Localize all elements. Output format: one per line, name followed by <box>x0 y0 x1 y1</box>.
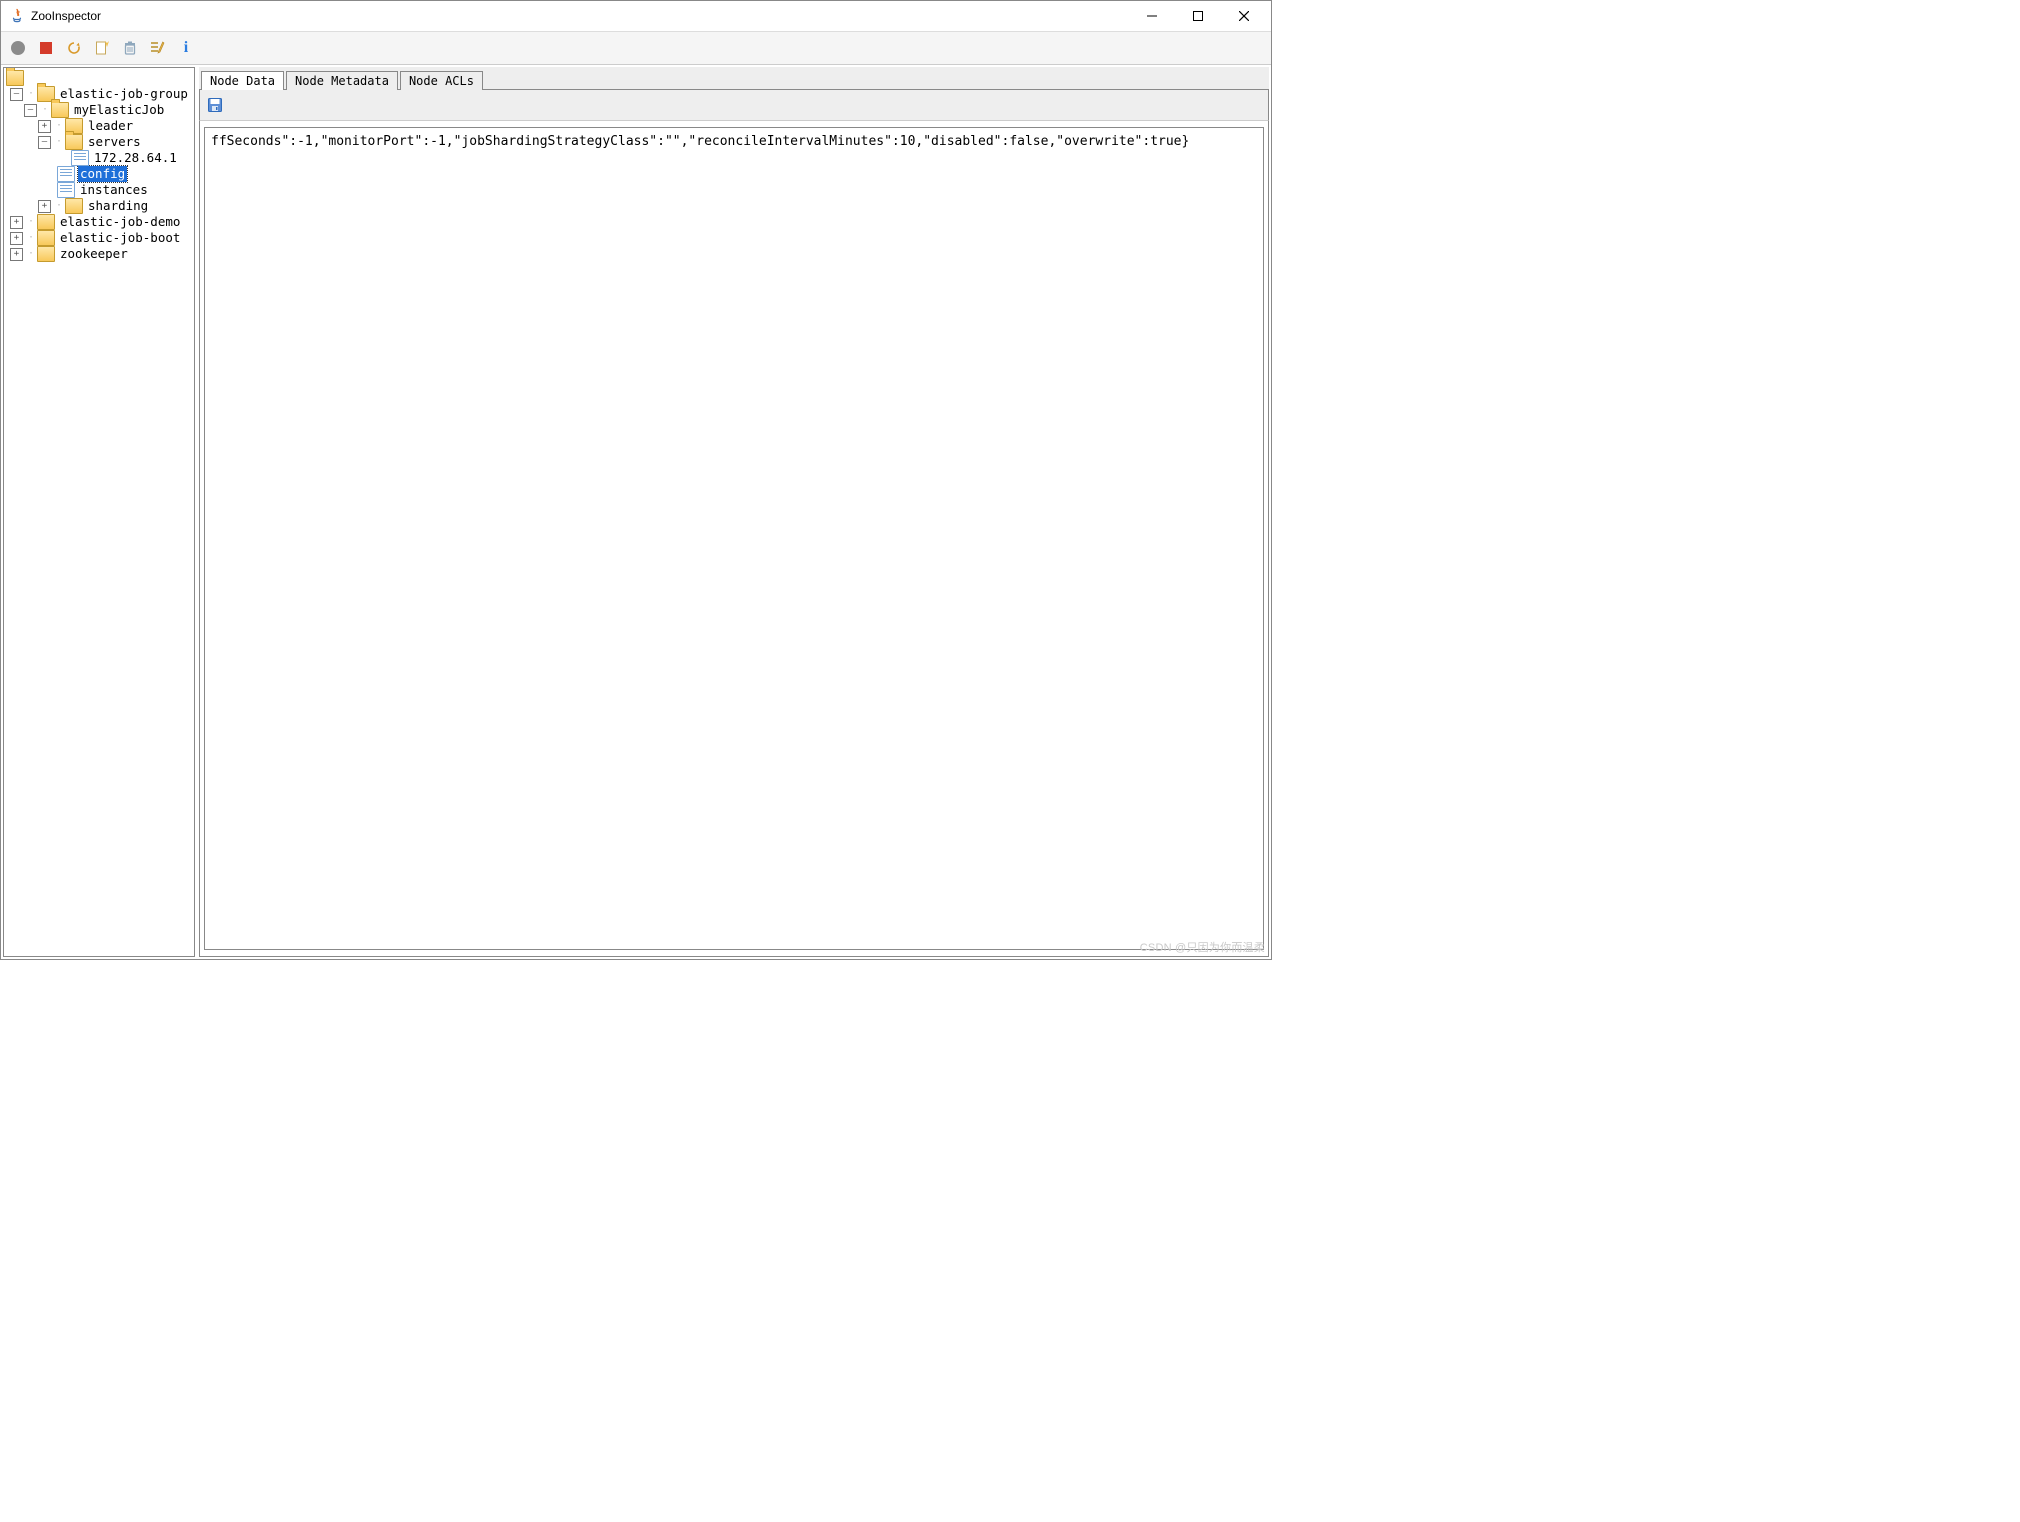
connect-button[interactable] <box>7 37 29 59</box>
save-icon <box>207 97 223 113</box>
window-title: ZooInspector <box>31 9 101 23</box>
file-icon <box>57 166 75 182</box>
tree-node-instances[interactable]: instances <box>4 182 194 198</box>
tree-label: 172.28.64.1 <box>92 150 179 166</box>
tree-label: elastic-job-demo <box>58 214 182 230</box>
tab-node-metadata[interactable]: Node Metadata <box>286 71 398 90</box>
tree-root[interactable] <box>4 70 194 86</box>
node-data-text[interactable]: ffSeconds":-1,"monitorPort":-1,"jobShard… <box>204 127 1264 950</box>
collapse-toggle[interactable]: – <box>10 88 23 101</box>
folder-icon <box>37 246 55 262</box>
tree-label: servers <box>86 134 143 150</box>
expand-toggle[interactable]: + <box>38 200 51 213</box>
disconnect-button[interactable] <box>35 37 57 59</box>
file-icon <box>71 150 89 166</box>
tree-node-zookeeper[interactable]: + · zookeeper <box>4 246 194 262</box>
tree-label: elastic-job-boot <box>58 230 182 246</box>
tree-label: zookeeper <box>58 246 130 262</box>
info-button[interactable]: i <box>175 37 197 59</box>
close-button[interactable] <box>1221 1 1267 31</box>
folder-open-icon <box>51 102 69 118</box>
body: – · elastic-job-group – · myElasticJob +… <box>1 65 1271 959</box>
tab-node-data[interactable]: Node Data <box>201 71 284 90</box>
info-icon: i <box>184 39 188 57</box>
trash-icon <box>122 40 138 56</box>
circle-icon <box>11 41 25 55</box>
tree-label-selected: config <box>78 166 127 182</box>
tab-node-acls[interactable]: Node ACLs <box>400 71 483 90</box>
new-node-icon <box>94 40 110 56</box>
folder-open-icon <box>6 70 24 86</box>
tree-node-leader[interactable]: + · leader <box>4 118 194 134</box>
tabs: Node Data Node Metadata Node ACLs <box>199 67 1269 90</box>
tree: – · elastic-job-group – · myElasticJob +… <box>4 70 194 262</box>
app-window: ZooInspector i <box>0 0 1272 960</box>
collapse-toggle[interactable]: – <box>24 104 37 117</box>
watermark: CSDN @只因为你而温柔 <box>1140 939 1265 955</box>
tree-pane[interactable]: – · elastic-job-group – · myElasticJob +… <box>3 67 195 957</box>
save-button[interactable] <box>204 94 226 116</box>
content-toolbar <box>199 90 1269 121</box>
maximize-button[interactable] <box>1175 1 1221 31</box>
tree-label: instances <box>78 182 150 198</box>
tree-node-myElasticJob[interactable]: – · myElasticJob <box>4 102 194 118</box>
expand-toggle[interactable]: + <box>10 216 23 229</box>
folder-icon <box>37 214 55 230</box>
content-area: ffSeconds":-1,"monitorPort":-1,"jobShard… <box>199 121 1269 957</box>
tree-label: myElasticJob <box>72 102 166 118</box>
stop-icon <box>40 42 52 54</box>
toolbar: i <box>1 32 1271 65</box>
tree-label: elastic-job-group <box>58 86 190 102</box>
folder-icon <box>37 230 55 246</box>
java-icon <box>9 8 25 24</box>
tree-node-sharding[interactable]: + · sharding <box>4 198 194 214</box>
refresh-button[interactable] <box>63 37 85 59</box>
tree-label: leader <box>86 118 135 134</box>
tree-node-ip[interactable]: 172.28.64.1 <box>4 150 194 166</box>
expand-toggle[interactable]: + <box>10 232 23 245</box>
folder-icon <box>65 198 83 214</box>
tree-node-servers[interactable]: – · servers <box>4 134 194 150</box>
expand-toggle[interactable]: + <box>10 248 23 261</box>
expand-toggle[interactable]: + <box>38 120 51 133</box>
delete-node-button[interactable] <box>119 37 141 59</box>
refresh-icon <box>66 40 82 56</box>
tree-node-config[interactable]: config <box>4 166 194 182</box>
edit-icon <box>150 40 166 56</box>
collapse-toggle[interactable]: – <box>38 136 51 149</box>
titlebar: ZooInspector <box>1 1 1271 32</box>
edit-watches-button[interactable] <box>147 37 169 59</box>
file-icon <box>57 182 75 198</box>
folder-open-icon <box>65 134 83 150</box>
tree-node-elastic-job-group[interactable]: – · elastic-job-group <box>4 86 194 102</box>
tree-node-elastic-job-boot[interactable]: + · elastic-job-boot <box>4 230 194 246</box>
tree-label: sharding <box>86 198 150 214</box>
content-pane: Node Data Node Metadata Node ACLs ffSeco… <box>199 67 1269 957</box>
minimize-button[interactable] <box>1129 1 1175 31</box>
new-node-button[interactable] <box>91 37 113 59</box>
tree-node-elastic-job-demo[interactable]: + · elastic-job-demo <box>4 214 194 230</box>
